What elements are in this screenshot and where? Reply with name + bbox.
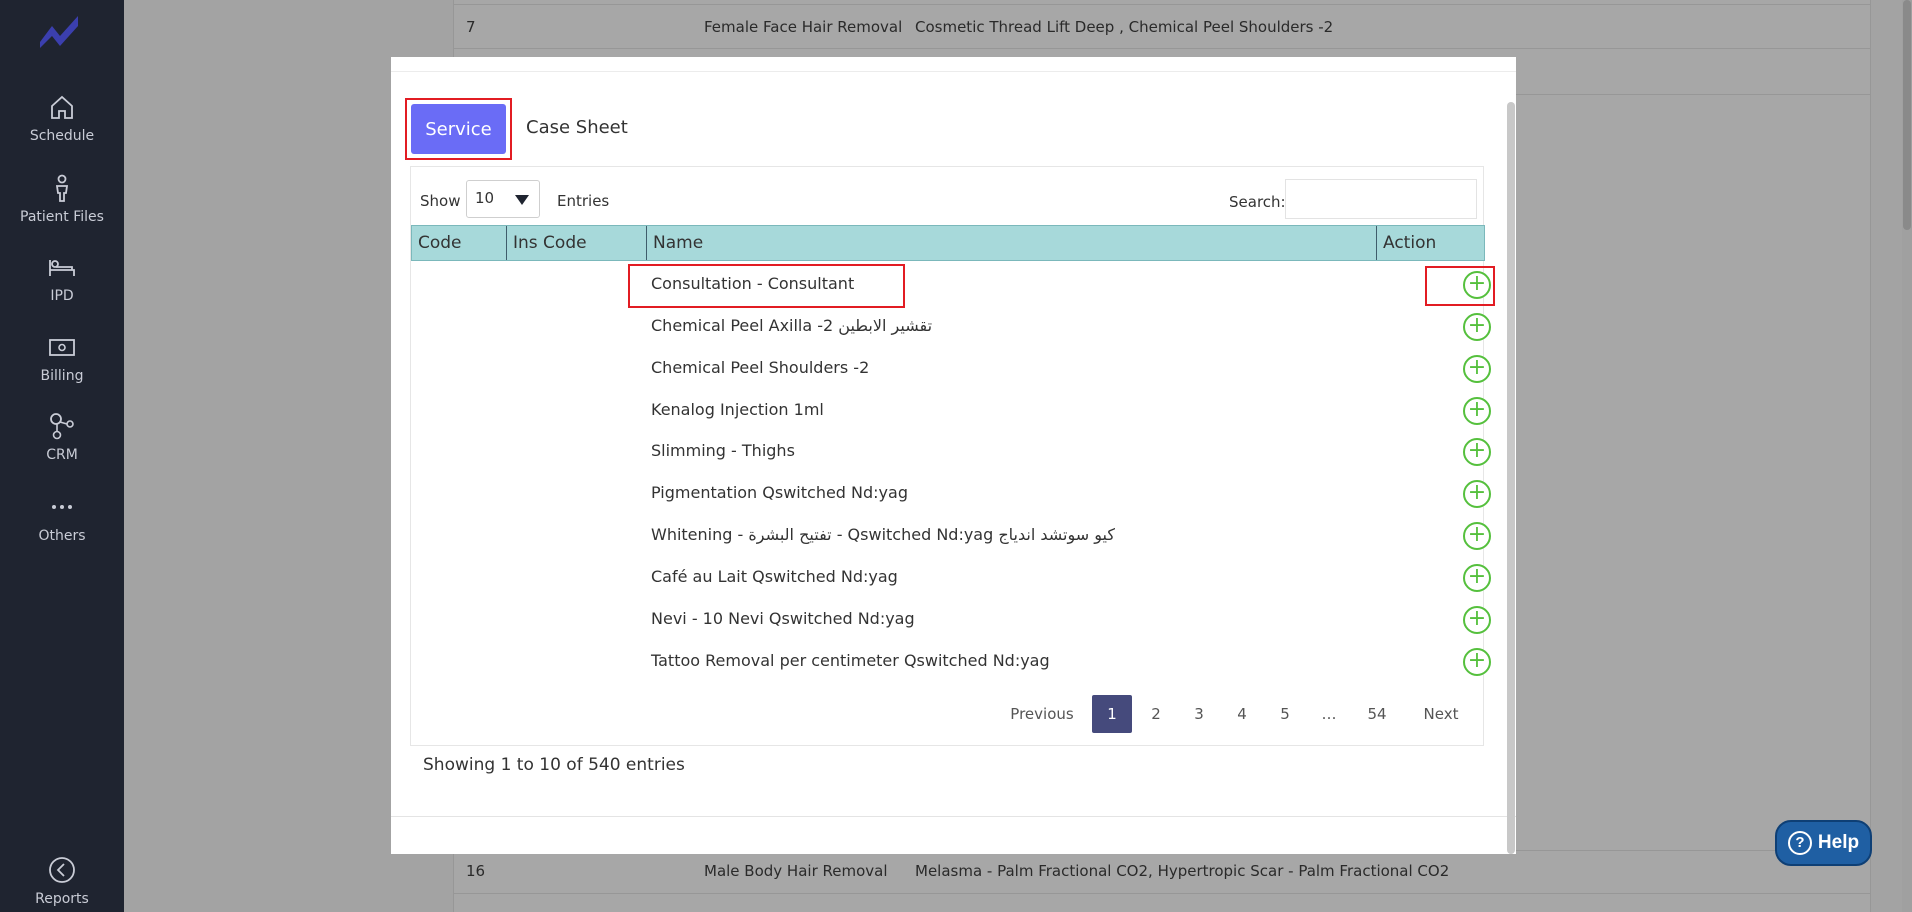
plus-icon: + (1467, 480, 1487, 505)
sidebar-item-ipd[interactable]: IPD (0, 252, 124, 304)
table-row-name: Kenalog Injection 1ml (651, 400, 824, 419)
money-icon (47, 332, 77, 362)
add-service-button[interactable]: + (1463, 355, 1491, 383)
add-service-button[interactable]: + (1463, 564, 1491, 592)
highlight-box (628, 264, 905, 308)
pagination-page[interactable]: 3 (1179, 695, 1219, 733)
bg-row-divider (453, 48, 1871, 49)
bg-row-category: Female Face Hair Removal (704, 18, 903, 36)
showing-entries-text: Showing 1 to 10 of 540 entries (423, 755, 685, 775)
home-icon (47, 92, 77, 122)
bg-row-category: Male Body Hair Removal (704, 862, 888, 880)
highlight-box (405, 98, 512, 160)
table-row-name: Café au Lait Qswitched Nd:yag (651, 567, 898, 586)
modal-header-divider (391, 71, 1516, 72)
add-service-button[interactable]: + (1463, 606, 1491, 634)
back-circle-icon (47, 855, 77, 885)
sidebar-item-schedule[interactable]: Schedule (0, 92, 124, 144)
add-service-button[interactable]: + (1463, 522, 1491, 550)
plus-icon: + (1467, 438, 1487, 463)
column-header-action: Action (1376, 226, 1484, 260)
entries-select-value: 10 (475, 189, 495, 207)
show-label: Show (420, 192, 461, 210)
person-icon (47, 173, 77, 203)
service-modal: Service Case Sheet Show 10 Entries Searc… (391, 57, 1516, 854)
modal-footer-divider (391, 816, 1516, 817)
pagination-next[interactable]: Next (1411, 695, 1471, 733)
bg-row-services: Cosmetic Thread Lift Deep , Chemical Pee… (915, 18, 1334, 36)
plus-icon: + (1467, 606, 1487, 631)
sidebar-item-label: Reports (35, 891, 89, 907)
pagination-page[interactable]: 5 (1265, 695, 1305, 733)
bg-row-id: 16 (466, 862, 486, 880)
bg-row-divider (453, 4, 1871, 5)
page-scrollbar-thumb[interactable] (1903, 0, 1911, 230)
sidebar-item-label: CRM (46, 447, 78, 463)
add-service-button[interactable]: + (1463, 397, 1491, 425)
column-header-name[interactable]: Name (646, 226, 1376, 260)
pagination-ellipsis: … (1321, 705, 1337, 723)
column-header-code[interactable]: Code (412, 226, 506, 260)
pagination-page[interactable]: 1 (1092, 695, 1132, 733)
sidebar-item-patient-files[interactable]: Patient Files (0, 173, 124, 225)
table-row-name: Slimming - Thighs (651, 441, 795, 460)
search-input[interactable] (1285, 179, 1477, 219)
entries-label: Entries (557, 192, 610, 210)
question-icon: ? (1787, 831, 1812, 855)
sidebar-item-label: Billing (40, 368, 84, 384)
sidebar: Schedule Patient Files IPD Billing CRM O… (0, 0, 124, 912)
more-icon (47, 492, 77, 522)
caret-down-icon (515, 195, 529, 205)
table-row-name: Nevi - 10 Nevi Qswitched Nd:yag (651, 609, 915, 628)
help-button[interactable]: ? Help (1775, 820, 1872, 866)
crm-icon (47, 411, 77, 441)
modal-scrollbar[interactable] (1507, 102, 1515, 854)
plus-icon: + (1467, 313, 1487, 338)
sidebar-item-label: Others (38, 528, 86, 544)
pagination-previous[interactable]: Previous (1004, 695, 1080, 733)
service-table-panel: Show 10 Entries Search: Code Ins Code Na… (410, 166, 1491, 775)
entries-per-page-select[interactable]: 10 (466, 180, 540, 218)
plus-icon: + (1467, 522, 1487, 547)
plus-icon: + (1467, 648, 1487, 673)
add-service-button[interactable]: + (1463, 313, 1491, 341)
table-row-name: Whitening - تفتيح البشرة - Qswitched Nd:… (651, 525, 1115, 544)
table-header: Code Ins Code Name Action (411, 225, 1485, 261)
pagination-page[interactable]: 54 (1353, 695, 1401, 733)
sidebar-item-label: Schedule (29, 128, 95, 144)
table-row-name: Chemical Peel Shoulders -2 (651, 358, 870, 377)
add-service-button[interactable]: + (1463, 438, 1491, 466)
highlight-box (1425, 266, 1495, 306)
sidebar-item-label: IPD (50, 288, 74, 304)
pagination-page[interactable]: 4 (1222, 695, 1262, 733)
sidebar-item-crm[interactable]: CRM (0, 411, 124, 463)
page-scrollbar[interactable] (1902, 0, 1912, 912)
tab-case-sheet[interactable]: Case Sheet (526, 117, 628, 138)
bg-row-divider (453, 893, 1871, 894)
bed-icon (47, 252, 77, 282)
sidebar-item-others[interactable]: Others (0, 492, 124, 544)
table-row-name: Pigmentation Qswitched Nd:yag (651, 483, 908, 502)
plus-icon: + (1467, 355, 1487, 380)
column-header-ins-code[interactable]: Ins Code (506, 226, 646, 260)
sidebar-item-reports[interactable]: Reports (0, 855, 124, 907)
bg-row-id: 7 (466, 18, 476, 36)
table-row-name: Chemical Peel Axilla -2 تقشير الابطين (651, 316, 933, 335)
plus-icon: + (1467, 564, 1487, 589)
pagination-page[interactable]: 2 (1136, 695, 1176, 733)
help-label: Help (1817, 832, 1860, 853)
bg-row-services: Melasma - Palm Fractional CO2, Hypertrop… (915, 862, 1450, 880)
table-row-name: Tattoo Removal per centimeter Qswitched … (651, 651, 1050, 670)
search-label: Search: (1229, 193, 1286, 211)
add-service-button[interactable]: + (1463, 480, 1491, 508)
add-service-button[interactable]: + (1463, 648, 1491, 676)
sidebar-item-billing[interactable]: Billing (0, 332, 124, 384)
plus-icon: + (1467, 397, 1487, 422)
sidebar-item-label: Patient Files (20, 209, 104, 225)
app-logo[interactable] (38, 12, 84, 48)
